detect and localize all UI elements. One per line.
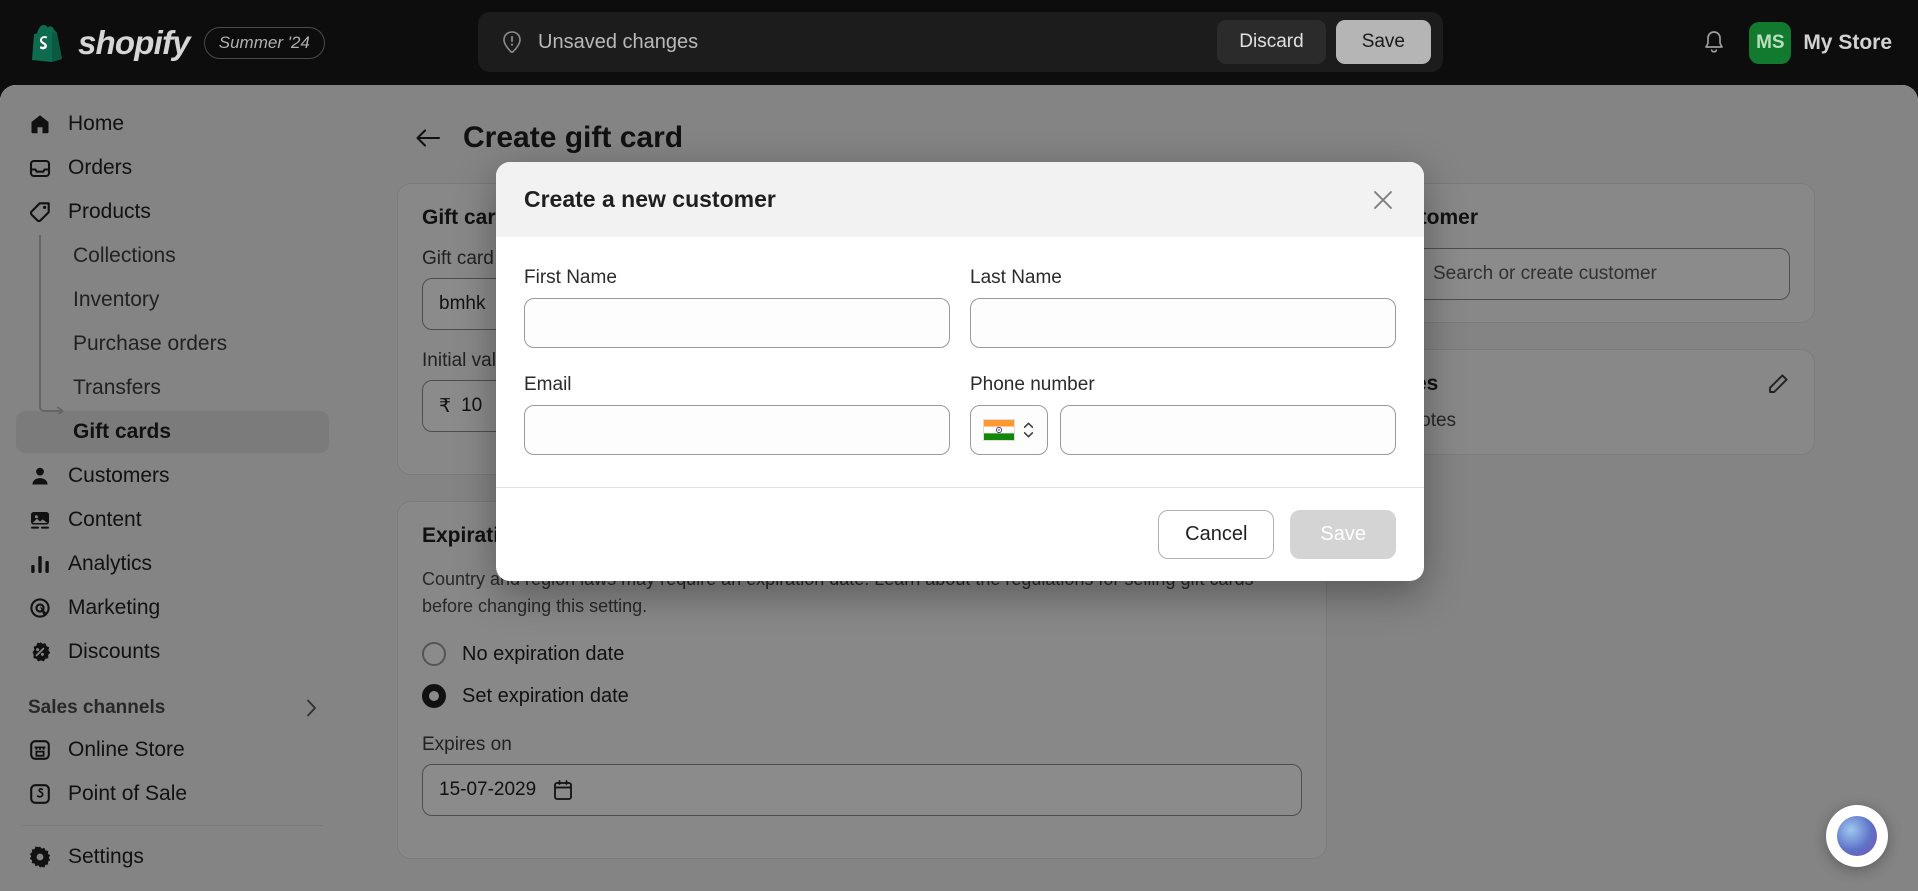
name-row: First Name Last Name bbox=[524, 267, 1396, 348]
notification-bell-icon[interactable] bbox=[1701, 29, 1727, 57]
unsaved-changes-label: Unsaved changes bbox=[538, 30, 699, 53]
brand-name: shopify bbox=[78, 23, 191, 61]
last-name-input[interactable] bbox=[970, 298, 1396, 348]
shopify-logo-icon bbox=[32, 24, 62, 62]
chat-assistant-icon bbox=[1837, 816, 1877, 856]
modal-header: Create a new customer bbox=[496, 162, 1424, 237]
avatar: MS bbox=[1749, 21, 1792, 64]
brand-logo-group[interactable]: shopify Summer '24 bbox=[0, 24, 430, 62]
first-name-label: First Name bbox=[524, 267, 617, 288]
email-input[interactable] bbox=[524, 405, 950, 455]
release-badge[interactable]: Summer '24 bbox=[203, 26, 325, 59]
first-name-field: First Name bbox=[524, 267, 950, 348]
store-name-label: My Store bbox=[1803, 30, 1892, 54]
email-label: Email bbox=[524, 374, 572, 395]
unsaved-changes-bar: Unsaved changes Discard Save bbox=[478, 12, 1443, 72]
alert-icon bbox=[503, 31, 521, 54]
modal-save-button[interactable]: Save bbox=[1290, 510, 1396, 559]
chevron-up-down-icon bbox=[1023, 422, 1034, 438]
last-name-label: Last Name bbox=[970, 267, 1062, 288]
last-name-field: Last Name bbox=[970, 267, 1396, 348]
cancel-button[interactable]: Cancel bbox=[1158, 510, 1275, 559]
phone-label: Phone number bbox=[970, 374, 1095, 395]
top-bar-right: MS My Store bbox=[1701, 0, 1892, 85]
phone-input-group bbox=[970, 405, 1396, 455]
user-menu[interactable]: MS My Store bbox=[1749, 21, 1892, 64]
modal-body: First Name Last Name Email Phone number bbox=[496, 237, 1424, 487]
create-customer-modal: Create a new customer First Name Last Na… bbox=[496, 162, 1424, 581]
contact-row: Email Phone number bbox=[524, 374, 1396, 455]
email-field: Email bbox=[524, 374, 950, 455]
top-bar: shopify Summer '24 Unsaved changes Disca… bbox=[0, 0, 1918, 85]
phone-number-input[interactable] bbox=[1060, 405, 1396, 455]
save-button[interactable]: Save bbox=[1335, 20, 1431, 64]
close-icon[interactable] bbox=[1370, 187, 1396, 213]
discard-button[interactable]: Discard bbox=[1217, 20, 1326, 64]
phone-field: Phone number bbox=[970, 374, 1396, 455]
chat-assistant-button[interactable] bbox=[1826, 805, 1888, 867]
first-name-input[interactable] bbox=[524, 298, 950, 348]
country-code-select[interactable] bbox=[970, 405, 1048, 455]
modal-footer: Cancel Save bbox=[496, 487, 1424, 581]
modal-title: Create a new customer bbox=[524, 186, 776, 212]
india-flag-icon bbox=[983, 419, 1015, 441]
